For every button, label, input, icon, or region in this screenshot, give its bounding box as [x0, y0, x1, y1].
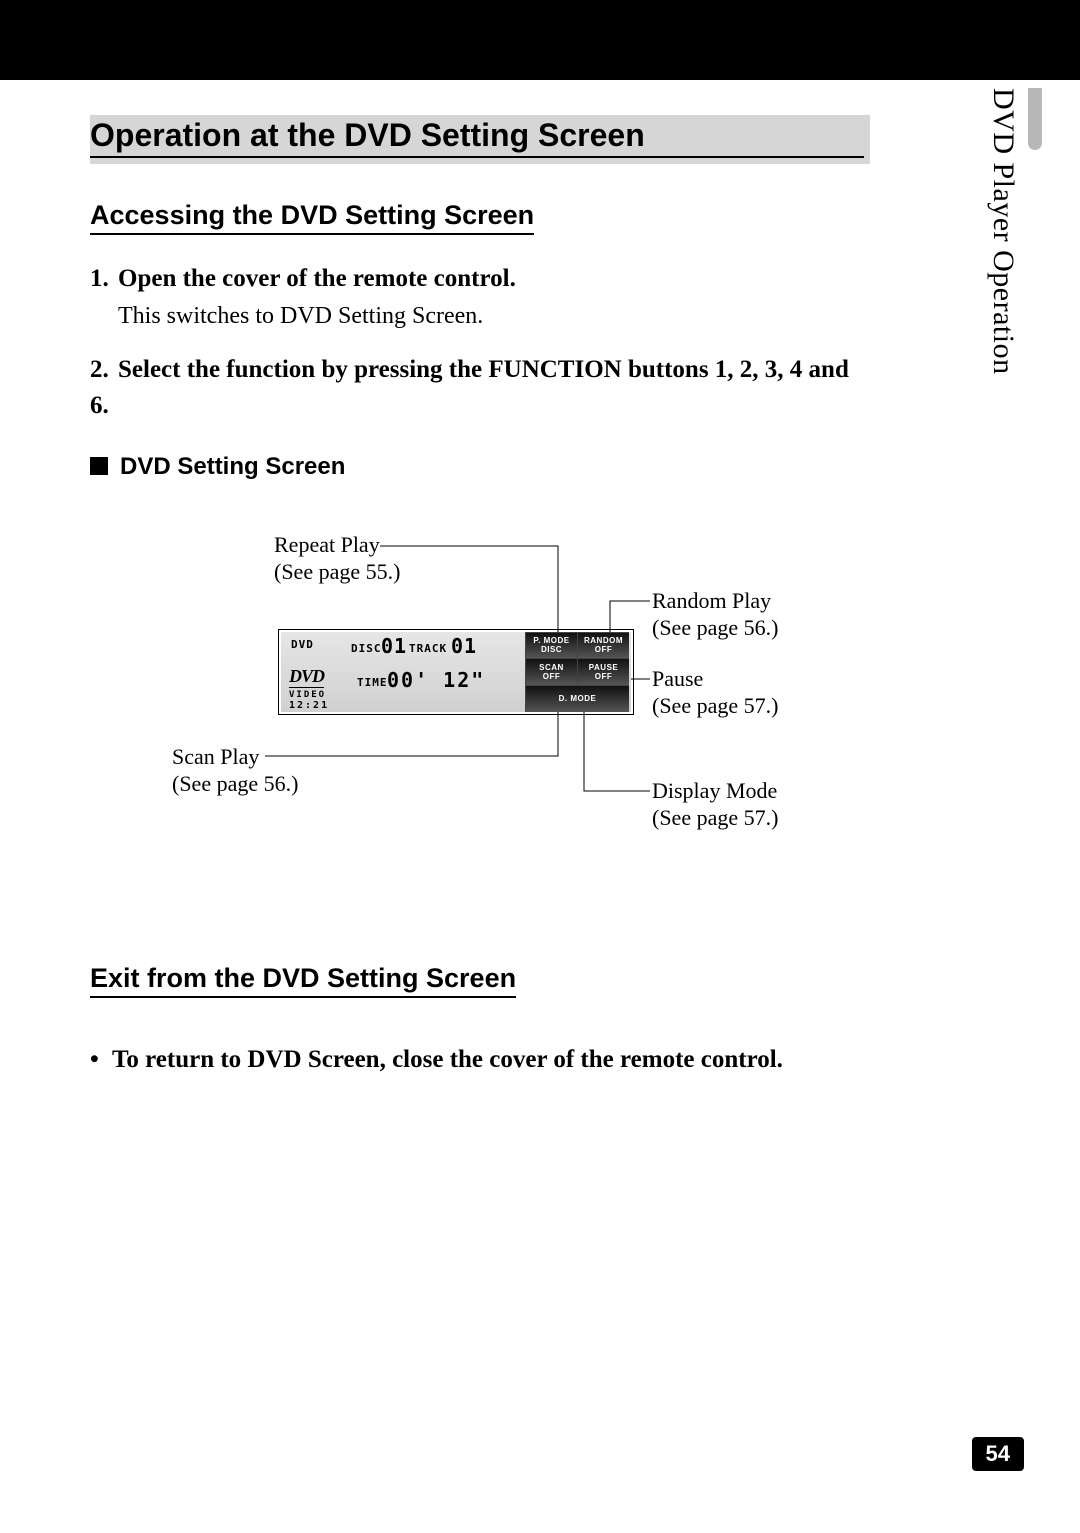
lcd-track-num: 01 [451, 634, 477, 658]
lcd-button-grid: P. MODEDISC RANDOMOFF SCANOFF [525, 632, 629, 712]
btn-random: RANDOMOFF [577, 633, 629, 659]
top-black-band [0, 0, 1080, 80]
lcd-clock: 12:21 [289, 700, 329, 711]
page-title: Operation at the DVD Setting Screen [90, 117, 864, 158]
callout-display-mode: Display Mode (See page 57.) [652, 777, 778, 832]
callout-repeat-play: Repeat Play (See page 55.) [274, 531, 400, 586]
page-number: 54 [972, 1437, 1024, 1471]
callout-line2: (See page 57.) [652, 693, 778, 718]
square-bullet-icon [90, 457, 108, 475]
step-note: This switches to DVD Setting Screen. [118, 299, 870, 334]
accessing-heading: Accessing the DVD Setting Screen [90, 200, 534, 235]
step-title: Open the cover of the remote control. [118, 265, 516, 292]
side-tab-label: DVD Player Operation [986, 88, 1020, 375]
exit-heading: Exit from the DVD Setting Screen [90, 963, 516, 998]
callout-line1: Pause [652, 666, 703, 691]
exit-bullet: •To return to DVD Screen, close the cove… [90, 1046, 870, 1074]
callout-line2: (See page 56.) [652, 615, 778, 640]
dvd-setting-screen-label: DVD Setting Screen [120, 453, 345, 480]
lcd-track-label: TRACK [409, 642, 447, 655]
lcd-disc-num: 01 [381, 634, 407, 658]
bullet-dot-icon: • [90, 1046, 112, 1074]
callout-random-play: Random Play (See page 56.) [652, 587, 778, 642]
step-1: 1.Open the cover of the remote control. … [90, 261, 870, 334]
lcd-inner: DVD DISC 01 TRACK 01 TIME 00' 12" DVD VI… [281, 632, 631, 712]
side-tab-rounded-bg [1028, 88, 1042, 150]
lcd-time-value: 00' 12" [387, 668, 485, 692]
lcd-disc-label: DISC [351, 642, 382, 655]
lcd-dvd-text: DVD [291, 638, 314, 651]
diagram: Repeat Play (See page 55.) Random Play (… [90, 531, 870, 911]
callout-scan-play: Scan Play (See page 56.) [172, 743, 298, 798]
btn-scan: SCANOFF [525, 659, 577, 685]
dvd-logo-icon: DVD [289, 666, 324, 688]
callout-line2: (See page 55.) [274, 559, 400, 584]
step-number: 1. [90, 261, 118, 297]
main-content: Operation at the DVD Setting Screen Acce… [90, 115, 870, 1074]
accessing-section: Accessing the DVD Setting Screen 1.Open … [90, 200, 870, 911]
lcd-video-text: VIDEO [289, 690, 326, 700]
page: DVD Player Operation Operation at the DV… [0, 0, 1080, 1533]
btn-dmode: D. MODE [525, 686, 629, 712]
steps-list: 1.Open the cover of the remote control. … [90, 261, 870, 425]
btn-pause: PAUSEOFF [577, 659, 629, 685]
lcd-screen: DVD DISC 01 TRACK 01 TIME 00' 12" DVD VI… [278, 629, 634, 715]
callout-line1: Random Play [652, 588, 771, 613]
exit-section: Exit from the DVD Setting Screen •To ret… [90, 963, 870, 1074]
callout-line1: Repeat Play [274, 532, 380, 557]
step-title: Select the function by pressing the FUNC… [90, 356, 849, 419]
title-band: Operation at the DVD Setting Screen [90, 115, 870, 164]
step-number: 2. [90, 352, 118, 388]
callout-line2: (See page 56.) [172, 771, 298, 796]
callout-line1: Scan Play [172, 744, 259, 769]
callout-pause: Pause (See page 57.) [652, 665, 778, 720]
step-2: 2.Select the function by pressing the FU… [90, 352, 870, 425]
lcd-time-label: TIME [357, 676, 388, 689]
btn-pmode: P. MODEDISC [525, 633, 577, 659]
exit-text: To return to DVD Screen, close the cover… [112, 1046, 783, 1073]
callout-line1: Display Mode [652, 778, 777, 803]
dvd-setting-screen-heading: DVD Setting Screen [90, 453, 870, 481]
callout-line2: (See page 57.) [652, 805, 778, 830]
